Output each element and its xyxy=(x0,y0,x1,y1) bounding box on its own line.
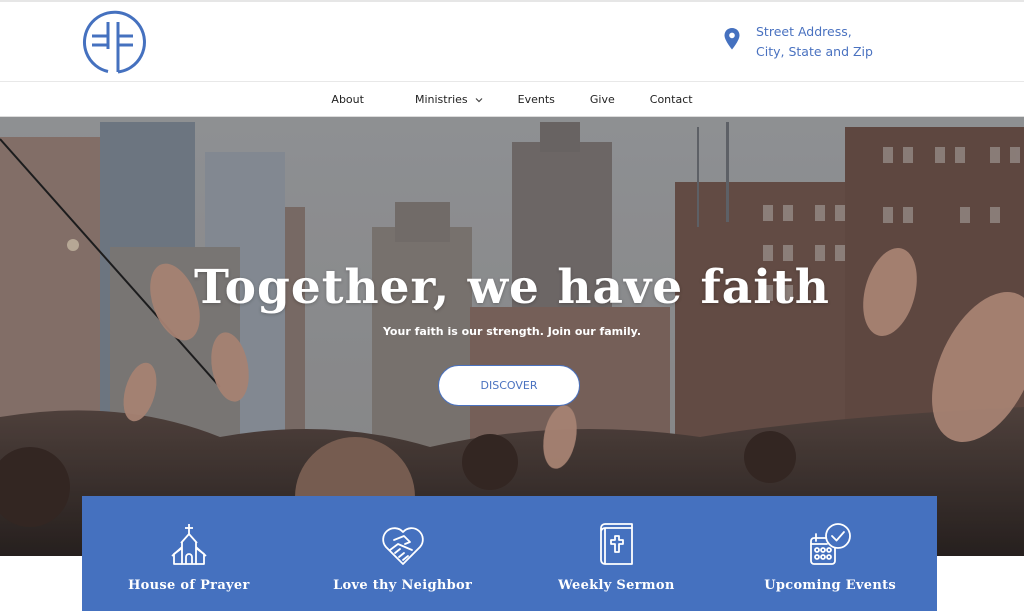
bible-icon xyxy=(593,522,639,568)
nav-item-give[interactable]: Give xyxy=(590,93,615,106)
feature-label: Love thy Neighbor xyxy=(333,578,473,593)
site-header: Street Address, City, State and Zip xyxy=(0,2,1024,82)
address-line-1: Street Address, xyxy=(756,24,852,39)
nav-item-ministries[interactable]: Ministries xyxy=(415,93,483,106)
address-line-2: City, State and Zip xyxy=(756,44,873,59)
nav-label: Give xyxy=(589,93,615,106)
nav-label: About xyxy=(331,93,364,106)
feature-upcoming-events[interactable]: Upcoming Events xyxy=(723,496,937,611)
feature-label: Upcoming Events xyxy=(764,578,897,593)
nav-label: Ministries xyxy=(414,93,468,106)
map-pin-icon xyxy=(724,28,740,50)
hero-subtitle: Your faith is our strength. Join our fam… xyxy=(382,325,642,338)
chevron-down-icon xyxy=(475,97,483,103)
discover-button[interactable]: DISCOVER xyxy=(438,365,580,406)
hero-title: Together, we have faith xyxy=(194,260,830,315)
feature-label: House of Prayer xyxy=(128,578,250,593)
nav-item-events[interactable]: Events xyxy=(518,93,555,106)
address-block: Street Address, City, State and Zip xyxy=(724,22,873,62)
feature-love-thy-neighbor[interactable]: Love thy Neighbor xyxy=(296,496,510,611)
feature-weekly-sermon[interactable]: Weekly Sermon xyxy=(510,496,724,611)
cross-circle-logo-icon xyxy=(82,10,146,74)
church-icon xyxy=(166,522,212,568)
main-nav: About Ministries Events Give Contact xyxy=(0,83,1024,117)
nav-item-about[interactable]: About xyxy=(331,93,364,106)
feature-house-of-prayer[interactable]: House of Prayer xyxy=(82,496,296,611)
features-panel: House of Prayer Love thy Neighbor Weekly xyxy=(82,496,937,611)
hero-section: Together, we have faith Your faith is ou… xyxy=(0,117,1024,556)
calendar-check-icon xyxy=(807,522,853,568)
site-logo[interactable] xyxy=(80,9,146,75)
feature-label: Weekly Sermon xyxy=(558,578,675,593)
nav-label: Contact xyxy=(649,93,693,106)
nav-item-contact[interactable]: Contact xyxy=(650,93,693,106)
nav-label: Events xyxy=(517,93,555,106)
heart-handshake-icon xyxy=(380,522,426,568)
